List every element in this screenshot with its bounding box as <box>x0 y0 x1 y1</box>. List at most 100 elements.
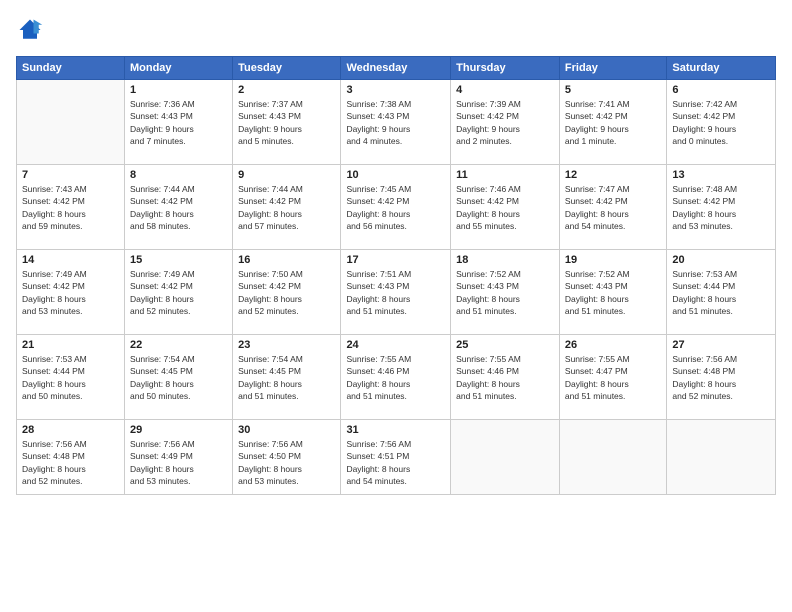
day-number: 10 <box>346 169 445 181</box>
calendar-cell: 15Sunrise: 7:49 AM Sunset: 4:42 PM Dayli… <box>124 250 232 335</box>
day-number: 13 <box>672 169 770 181</box>
day-info: Sunrise: 7:42 AM Sunset: 4:42 PM Dayligh… <box>672 98 770 147</box>
day-number: 17 <box>346 254 445 266</box>
day-number: 20 <box>672 254 770 266</box>
day-number: 18 <box>456 254 554 266</box>
logo-icon <box>16 16 44 44</box>
day-number: 24 <box>346 339 445 351</box>
calendar-cell: 14 Sunrise: 7:49 AM Sunset: 4:42 PM Dayli… <box>17 250 125 335</box>
weekday-header-wednesday: Wednesday <box>341 57 451 80</box>
day-number: 11 <box>456 169 554 181</box>
day-info: Sunrise: 7:53 AM Sunset: 4:44 PM Dayligh… <box>672 268 770 317</box>
day-info: Sunrise: 7:41 AM Sunset: 4:42 PM Dayligh… <box>565 98 661 147</box>
day-number: 26 <box>565 339 661 351</box>
day-info: Sunrise: 7:38 AM Sunset: 4:43 PM Dayligh… <box>346 98 445 147</box>
day-info: Sunrise: 7:43 AM Sunset: 4:42 PM Dayligh… <box>22 183 119 232</box>
calendar-cell: 10 Sunrise: 7:45 AM Sunset: 4:42 PM Dayli… <box>341 165 451 250</box>
day-info: Sunrise: 7:49 AM Sunset: 4:42 PM Dayligh… <box>130 268 227 317</box>
day-number: 16 <box>238 254 335 266</box>
day-number: 2 <box>238 84 335 96</box>
day-number: 29 <box>130 424 227 436</box>
day-info: Sunrise: 7:56 AM Sunset: 4:51 PM Dayligh… <box>346 438 445 487</box>
day-info: Sunrise: 7:52 AM Sunset: 4:43 PM Dayligh… <box>565 268 661 317</box>
calendar-cell: 29 Sunrise: 7:56 AM Sunset: 4:49 PM Dayli… <box>124 420 232 495</box>
calendar-cell: 11 Sunrise: 7:46 AM Sunset: 4:42 PM Dayli… <box>451 165 560 250</box>
day-number: 8 <box>130 169 227 181</box>
calendar-cell: 31 Sunrise: 7:56 AM Sunset: 4:51 PM Dayli… <box>341 420 451 495</box>
day-number: 25 <box>456 339 554 351</box>
day-info: Sunrise: 7:36 AM Sunset: 4:43 PM Dayligh… <box>130 98 227 147</box>
weekday-header-row: SundayMondayTuesdayWednesdayThursdayFrid… <box>17 57 776 80</box>
calendar-cell: 22Sunrise: 7:54 AM Sunset: 4:45 PM Dayli… <box>124 335 232 420</box>
day-info: Sunrise: 7:46 AM Sunset: 4:42 PM Dayligh… <box>456 183 554 232</box>
calendar-cell: 27 Sunrise: 7:56 AM Sunset: 4:48 PM Dayli… <box>667 335 776 420</box>
day-number: 31 <box>346 424 445 436</box>
day-number: 9 <box>238 169 335 181</box>
day-number: 7 <box>22 169 119 181</box>
calendar-cell: 3 Sunrise: 7:38 AM Sunset: 4:43 PM Daylig… <box>341 80 451 165</box>
calendar-cell: 5 Sunrise: 7:41 AM Sunset: 4:42 PM Daylig… <box>559 80 666 165</box>
calendar-table: SundayMondayTuesdayWednesdayThursdayFrid… <box>16 56 776 495</box>
logo <box>16 16 48 44</box>
calendar-cell: 24 Sunrise: 7:55 AM Sunset: 4:46 PM Dayli… <box>341 335 451 420</box>
calendar-cell <box>17 80 125 165</box>
day-info: Sunrise: 7:39 AM Sunset: 4:42 PM Dayligh… <box>456 98 554 147</box>
calendar-week-row: 21 Sunrise: 7:53 AM Sunset: 4:44 PM Dayli… <box>17 335 776 420</box>
day-number: 23 <box>238 339 335 351</box>
calendar-cell: 16 Sunrise: 7:50 AM Sunset: 4:42 PM Dayli… <box>233 250 341 335</box>
calendar-cell: 23 Sunrise: 7:54 AM Sunset: 4:45 PM Dayli… <box>233 335 341 420</box>
day-info: Sunrise: 7:44 AM Sunset: 4:42 PM Dayligh… <box>130 183 227 232</box>
day-info: Sunrise: 7:56 AM Sunset: 4:48 PM Dayligh… <box>672 353 770 402</box>
day-info: Sunrise: 7:56 AM Sunset: 4:50 PM Dayligh… <box>238 438 335 487</box>
calendar-week-row: 7 Sunrise: 7:43 AM Sunset: 4:42 PM Daylig… <box>17 165 776 250</box>
day-info: Sunrise: 7:47 AM Sunset: 4:42 PM Dayligh… <box>565 183 661 232</box>
day-info: Sunrise: 7:50 AM Sunset: 4:42 PM Dayligh… <box>238 268 335 317</box>
calendar-cell: 26Sunrise: 7:55 AM Sunset: 4:47 PM Dayli… <box>559 335 666 420</box>
calendar-cell: 9Sunrise: 7:44 AM Sunset: 4:42 PM Daylig… <box>233 165 341 250</box>
calendar-cell: 19 Sunrise: 7:52 AM Sunset: 4:43 PM Dayli… <box>559 250 666 335</box>
calendar-cell <box>451 420 560 495</box>
weekday-header-thursday: Thursday <box>451 57 560 80</box>
calendar-cell: 18Sunrise: 7:52 AM Sunset: 4:43 PM Dayli… <box>451 250 560 335</box>
day-info: Sunrise: 7:45 AM Sunset: 4:42 PM Dayligh… <box>346 183 445 232</box>
weekday-header-friday: Friday <box>559 57 666 80</box>
day-info: Sunrise: 7:56 AM Sunset: 4:48 PM Dayligh… <box>22 438 119 487</box>
day-info: Sunrise: 7:49 AM Sunset: 4:42 PM Dayligh… <box>22 268 119 317</box>
calendar-cell: 28Sunrise: 7:56 AM Sunset: 4:48 PM Dayli… <box>17 420 125 495</box>
day-number: 5 <box>565 84 661 96</box>
header <box>16 16 776 44</box>
calendar-cell: 25Sunrise: 7:55 AM Sunset: 4:46 PM Dayli… <box>451 335 560 420</box>
calendar-cell: 7 Sunrise: 7:43 AM Sunset: 4:42 PM Daylig… <box>17 165 125 250</box>
weekday-header-tuesday: Tuesday <box>233 57 341 80</box>
calendar-cell: 4 Sunrise: 7:39 AM Sunset: 4:42 PM Daylig… <box>451 80 560 165</box>
weekday-header-sunday: Sunday <box>17 57 125 80</box>
day-number: 14 <box>22 254 119 266</box>
day-number: 19 <box>565 254 661 266</box>
calendar-cell: 12Sunrise: 7:47 AM Sunset: 4:42 PM Dayli… <box>559 165 666 250</box>
day-number: 4 <box>456 84 554 96</box>
calendar-cell: 1 Sunrise: 7:36 AM Sunset: 4:43 PM Daylig… <box>124 80 232 165</box>
day-info: Sunrise: 7:51 AM Sunset: 4:43 PM Dayligh… <box>346 268 445 317</box>
page: SundayMondayTuesdayWednesdayThursdayFrid… <box>0 0 792 612</box>
day-number: 30 <box>238 424 335 436</box>
day-info: Sunrise: 7:54 AM Sunset: 4:45 PM Dayligh… <box>238 353 335 402</box>
day-number: 3 <box>346 84 445 96</box>
calendar-cell: 2 Sunrise: 7:37 AM Sunset: 4:43 PM Daylig… <box>233 80 341 165</box>
calendar-week-row: 14 Sunrise: 7:49 AM Sunset: 4:42 PM Dayli… <box>17 250 776 335</box>
day-info: Sunrise: 7:53 AM Sunset: 4:44 PM Dayligh… <box>22 353 119 402</box>
day-number: 21 <box>22 339 119 351</box>
day-number: 6 <box>672 84 770 96</box>
day-info: Sunrise: 7:37 AM Sunset: 4:43 PM Dayligh… <box>238 98 335 147</box>
day-number: 27 <box>672 339 770 351</box>
day-info: Sunrise: 7:48 AM Sunset: 4:42 PM Dayligh… <box>672 183 770 232</box>
calendar-cell: 30 Sunrise: 7:56 AM Sunset: 4:50 PM Dayli… <box>233 420 341 495</box>
day-number: 1 <box>130 84 227 96</box>
calendar-cell: 6 Sunrise: 7:42 AM Sunset: 4:42 PM Daylig… <box>667 80 776 165</box>
day-info: Sunrise: 7:56 AM Sunset: 4:49 PM Dayligh… <box>130 438 227 487</box>
calendar-cell: 8 Sunrise: 7:44 AM Sunset: 4:42 PM Daylig… <box>124 165 232 250</box>
day-info: Sunrise: 7:55 AM Sunset: 4:46 PM Dayligh… <box>346 353 445 402</box>
calendar-week-row: 28Sunrise: 7:56 AM Sunset: 4:48 PM Dayli… <box>17 420 776 495</box>
calendar-cell: 20 Sunrise: 7:53 AM Sunset: 4:44 PM Dayli… <box>667 250 776 335</box>
calendar-week-row: 1 Sunrise: 7:36 AM Sunset: 4:43 PM Daylig… <box>17 80 776 165</box>
calendar-cell <box>667 420 776 495</box>
